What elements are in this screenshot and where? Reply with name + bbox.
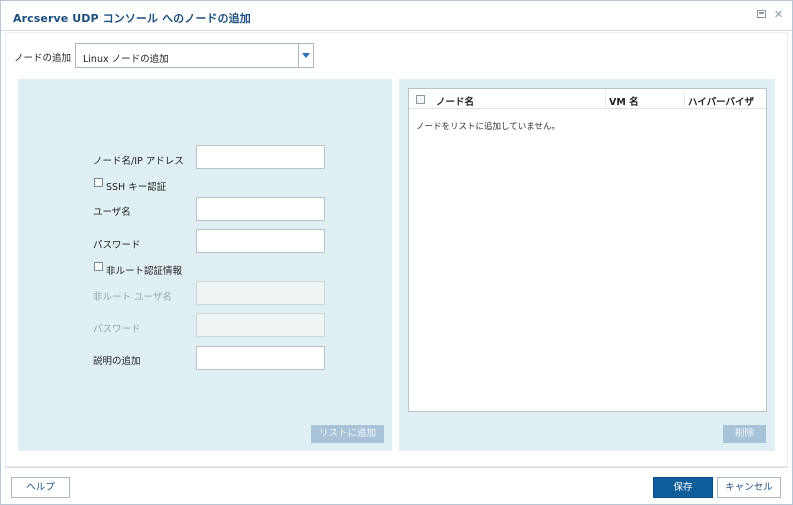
non-root-label: 非ルート認証情報 [106,266,183,277]
column-hypervisor[interactable]: ハイパーバイザ [688,94,754,108]
node-type-label: ノードの追加 [14,53,72,64]
window-controls: ✕ [757,9,784,20]
node-list-grid: ノード名 VM 名 ハイパーバイザ ノードをリストに追加していません。 [408,88,767,412]
add-to-list-button[interactable]: リストに追加 [311,425,384,443]
dialog-title: Arcserve UDP コンソール へのノードの追加 [13,12,251,25]
non-root-username-input[interactable] [196,281,325,305]
username-input[interactable] [196,197,325,221]
username-label: ユーザ名 [93,207,131,218]
column-vm-name[interactable]: VM 名 [609,94,639,108]
node-name-input[interactable] [196,145,325,169]
ssh-key-label: SSH キー認証 [106,182,167,193]
column-separator [605,91,606,107]
add-nodes-dialog: Arcserve UDP コンソール へのノードの追加 ✕ ノードの追加 Lin… [0,0,793,505]
ssh-key-checkbox[interactable] [94,178,103,187]
save-button[interactable]: 保存 [653,477,713,498]
footer-divider [5,467,788,468]
select-all-checkbox[interactable] [416,95,425,104]
node-type-select[interactable]: Linux ノードの追加 [75,43,314,68]
description-label: 説明の追加 [93,356,141,367]
dropdown-button[interactable] [298,44,313,67]
chevron-down-icon [302,53,310,58]
cancel-button[interactable]: キャンセル [717,477,781,498]
column-separator [684,91,685,107]
empty-list-message: ノードをリストに追加していません。 [416,122,560,132]
grid-header: ノード名 VM 名 ハイパーバイザ [409,89,766,109]
dialog-titlebar: Arcserve UDP コンソール へのノードの追加 ✕ [1,1,792,31]
node-type-selected-value: Linux ノードの追加 [83,54,169,65]
non-root-checkbox[interactable] [94,262,103,271]
node-entry-panel [18,79,392,451]
delete-button[interactable]: 削除 [723,425,766,443]
password-input[interactable] [196,229,325,253]
non-root-password-label: パスワード [93,324,141,335]
column-node-name[interactable]: ノード名 [436,94,474,108]
close-icon[interactable]: ✕ [773,9,784,20]
non-root-username-label: 非ルート ユーザ名 [93,292,172,303]
non-root-password-input[interactable] [196,313,325,337]
node-name-label: ノード名/IP アドレス [93,156,184,167]
help-button[interactable]: ヘルプ [11,477,70,498]
restore-icon[interactable] [757,9,768,20]
password-label: パスワード [93,240,141,251]
description-input[interactable] [196,346,325,370]
